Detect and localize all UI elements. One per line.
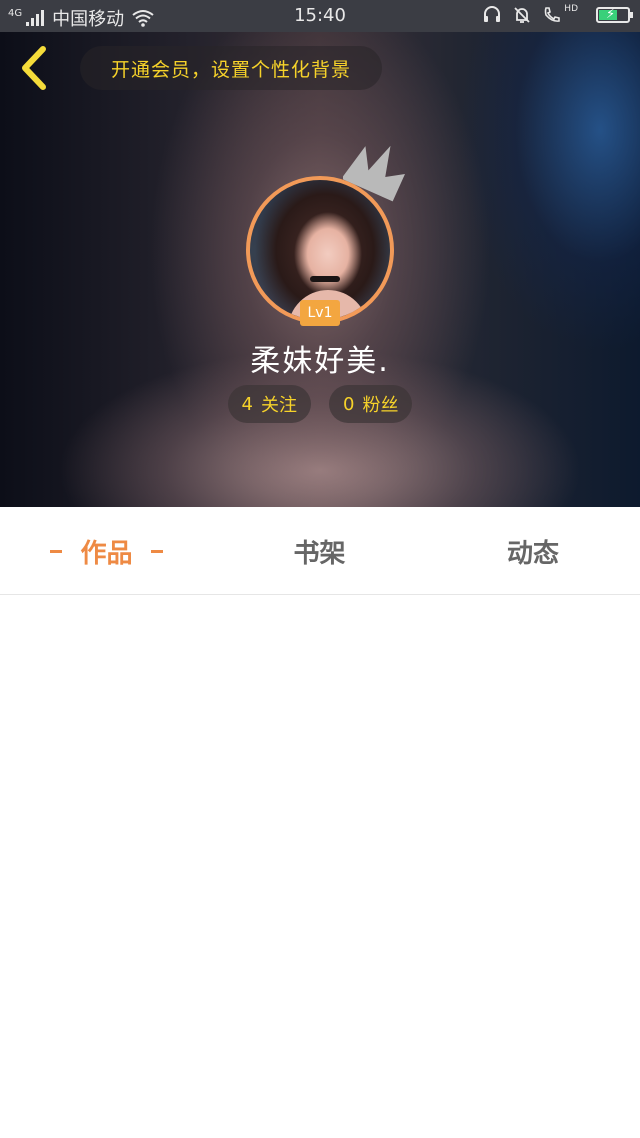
back-button[interactable] — [14, 44, 54, 92]
chevron-left-icon — [22, 46, 46, 90]
following-label: 关注 — [261, 395, 297, 416]
mute-bell-icon — [514, 7, 530, 23]
profile-tabs: 作品 书架 动态 — [0, 507, 640, 595]
active-indicator-right — [150, 549, 163, 553]
hd-label: HD — [564, 4, 578, 14]
tab-works-label: 作品 — [80, 538, 133, 569]
followers-label: 粉丝 — [362, 395, 399, 416]
hd-call-icon — [544, 7, 561, 22]
followers-count: 0 — [343, 393, 355, 415]
followers-button[interactable]: 0 粉丝 — [329, 385, 413, 423]
active-indicator-left — [50, 549, 63, 553]
following-button[interactable]: 4 关注 — [227, 385, 311, 423]
tab-bookshelf[interactable]: 书架 — [213, 507, 426, 595]
status-bar: 4G 中国移动 15:40 HD ⚡ — [0, 0, 640, 32]
nickname: 柔妹好美. — [250, 344, 390, 379]
tab-bookshelf-label: 书架 — [293, 538, 346, 569]
level-badge: Lv1 — [300, 300, 340, 326]
profile-stats: 4 关注 0 粉丝 — [0, 385, 640, 423]
vip-banner-button[interactable]: 开通会员，设置个性化背景 — [80, 46, 382, 90]
tab-feed[interactable]: 动态 — [426, 507, 640, 595]
tab-works[interactable]: 作品 — [0, 507, 213, 595]
battery-icon: ⚡ — [596, 7, 633, 23]
following-count: 4 — [241, 393, 253, 415]
headphones-icon — [484, 6, 501, 22]
tab-feed-label: 动态 — [506, 538, 559, 569]
tab-content-area — [0, 596, 640, 1138]
